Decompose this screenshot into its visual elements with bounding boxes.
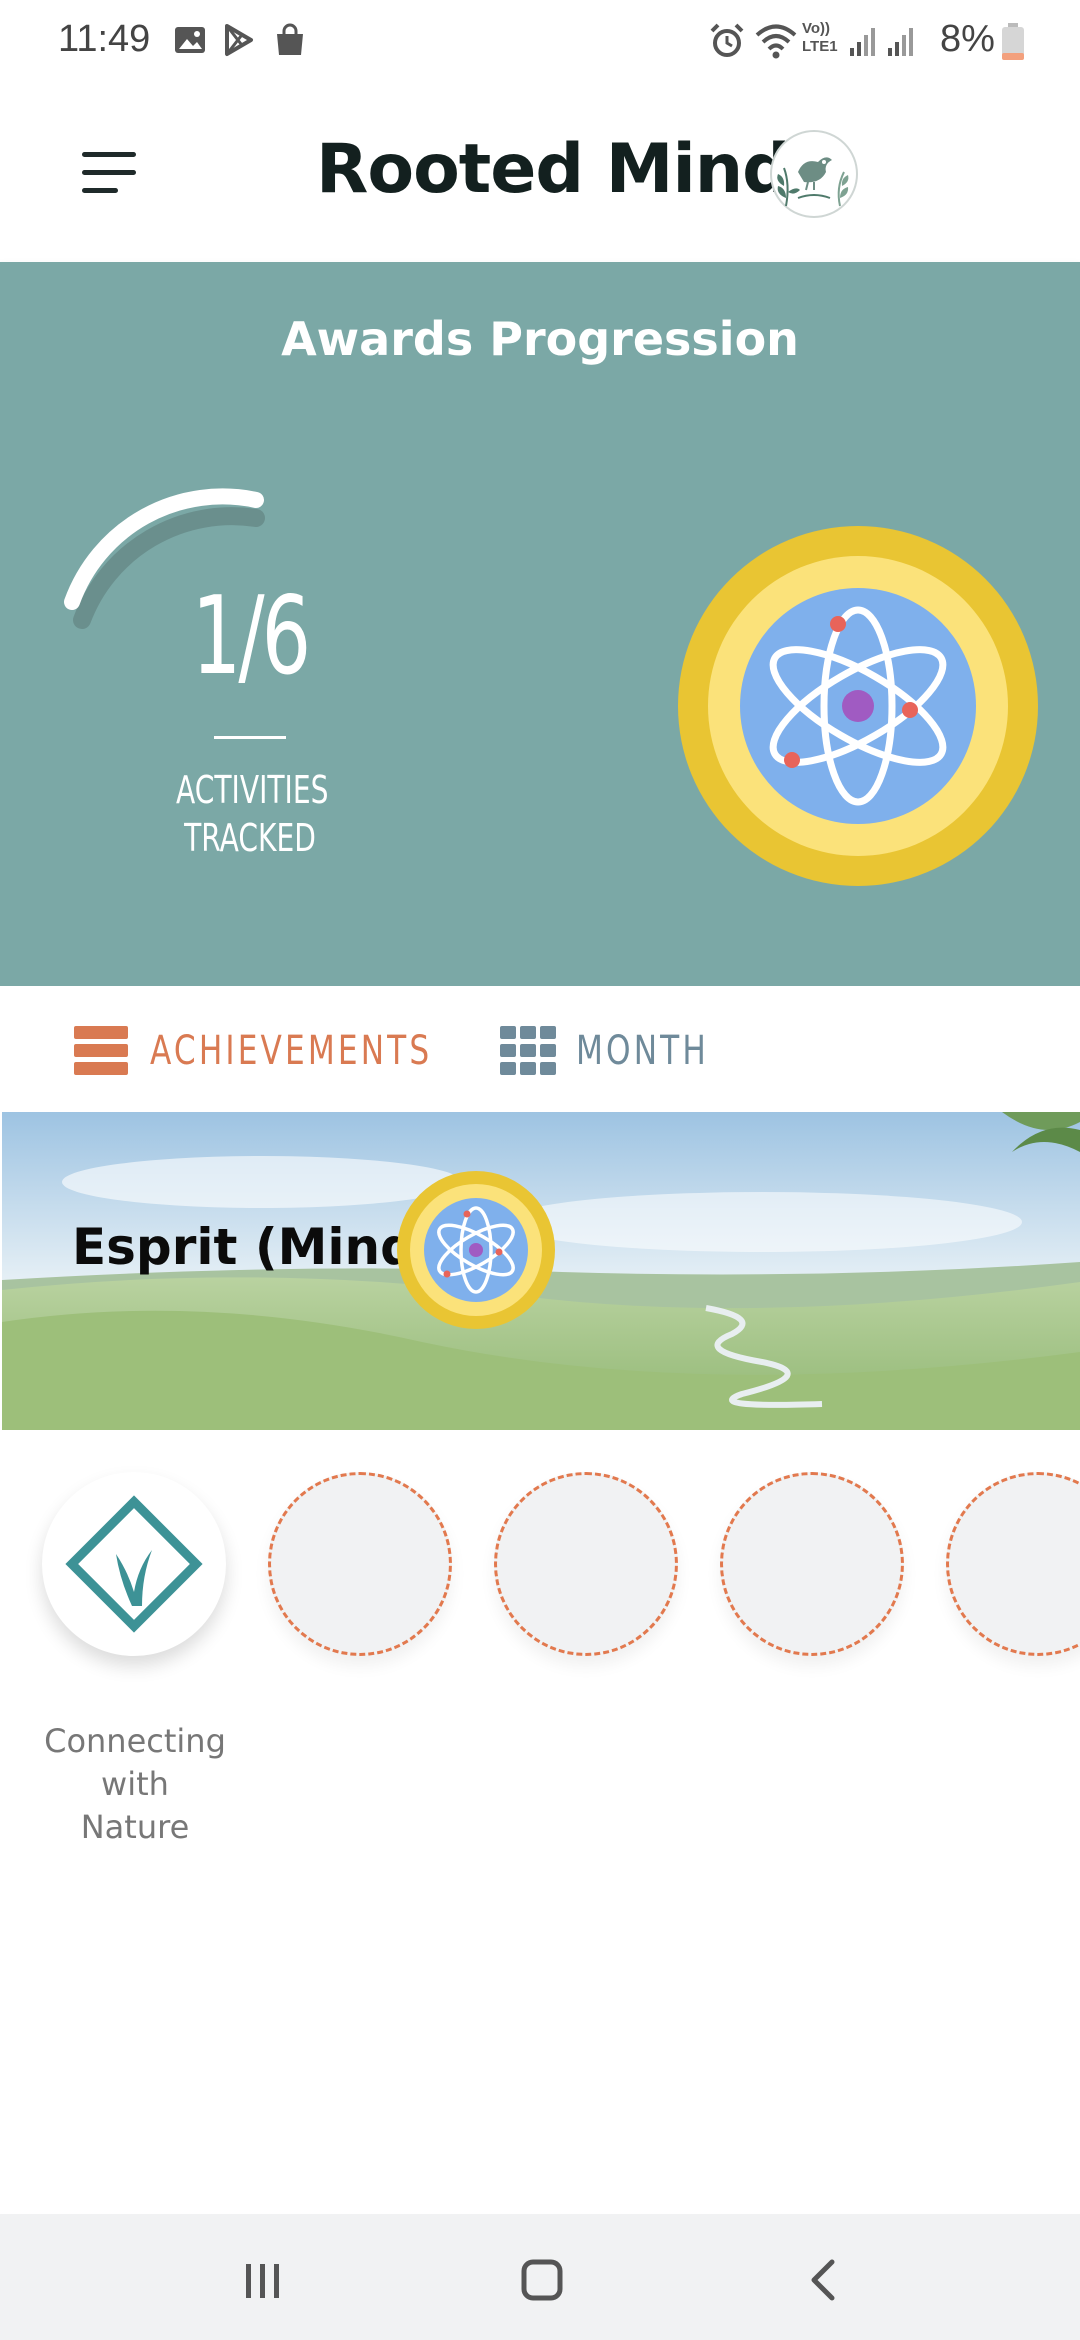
bird-leaf-logo — [770, 130, 858, 218]
menu-button[interactable] — [70, 144, 150, 214]
shopping-bag-icon — [277, 23, 303, 55]
home-icon[interactable] — [512, 2250, 572, 2310]
back-icon[interactable] — [794, 2250, 854, 2310]
activity-slot-empty[interactable] — [720, 1472, 904, 1656]
image-icon — [175, 27, 205, 53]
alarm-icon — [710, 23, 744, 57]
activity-slot-connecting-with-nature[interactable] — [42, 1472, 226, 1656]
signal-icon — [850, 28, 913, 56]
progress-divider — [214, 736, 286, 739]
menu-icon — [82, 152, 136, 157]
atom-icon — [678, 526, 1038, 886]
status-bar: 11:49 Vo)) LTE1 8% — [0, 0, 1080, 84]
tab-achievements[interactable]: ACHIEVEMENTS — [72, 1024, 429, 1078]
grid-icon — [500, 1026, 556, 1075]
awards-title: Awards Progression — [281, 312, 799, 366]
activity-slot-empty[interactable] — [268, 1472, 452, 1656]
system-nav-bar — [0, 2214, 1080, 2340]
battery-icon — [1002, 23, 1024, 60]
app-header: Rooted Minds — [0, 84, 1080, 262]
atom-icon — [397, 1171, 555, 1329]
awards-title-bar: Awards Progression — [0, 262, 1080, 414]
activity-slot-empty[interactable] — [494, 1472, 678, 1656]
wifi-icon — [755, 24, 797, 59]
status-time: 11:49 — [58, 18, 151, 60]
battery-percent: 8% — [940, 18, 995, 60]
activity-row: Connecting with Nature — [0, 1430, 1080, 1890]
list-icon — [74, 1026, 128, 1075]
activity-label: Connecting with Nature — [44, 1722, 226, 1846]
menu-icon-line — [82, 188, 118, 193]
app-title: Rooted Minds — [316, 130, 830, 209]
category-title: Esprit (Mind) — [72, 1218, 439, 1276]
play-store-icon — [225, 24, 253, 56]
tab-month[interactable]: MONTH — [498, 1024, 748, 1078]
view-toggle: ACHIEVEMENTS MONTH — [0, 986, 1080, 1112]
menu-icon-line — [82, 170, 136, 175]
tab-month-label: MONTH — [576, 1028, 709, 1074]
category-card-esprit[interactable]: Esprit (Mind) — [2, 1112, 1080, 1430]
activities-tracked-count: 1/6 — [191, 574, 311, 699]
awards-progress-panel: 1/6 ACTIVITIES TRACKED — [0, 414, 1080, 986]
volte-icon: Vo)) LTE1 — [802, 20, 838, 55]
tab-achievements-label: ACHIEVEMENTS — [150, 1028, 433, 1074]
activity-slot-empty[interactable] — [946, 1472, 1080, 1656]
grass-diamond-icon — [65, 1495, 203, 1633]
activities-tracked-caption: ACTIVITIES TRACKED — [176, 768, 329, 860]
recent-apps-icon[interactable] — [232, 2250, 292, 2310]
